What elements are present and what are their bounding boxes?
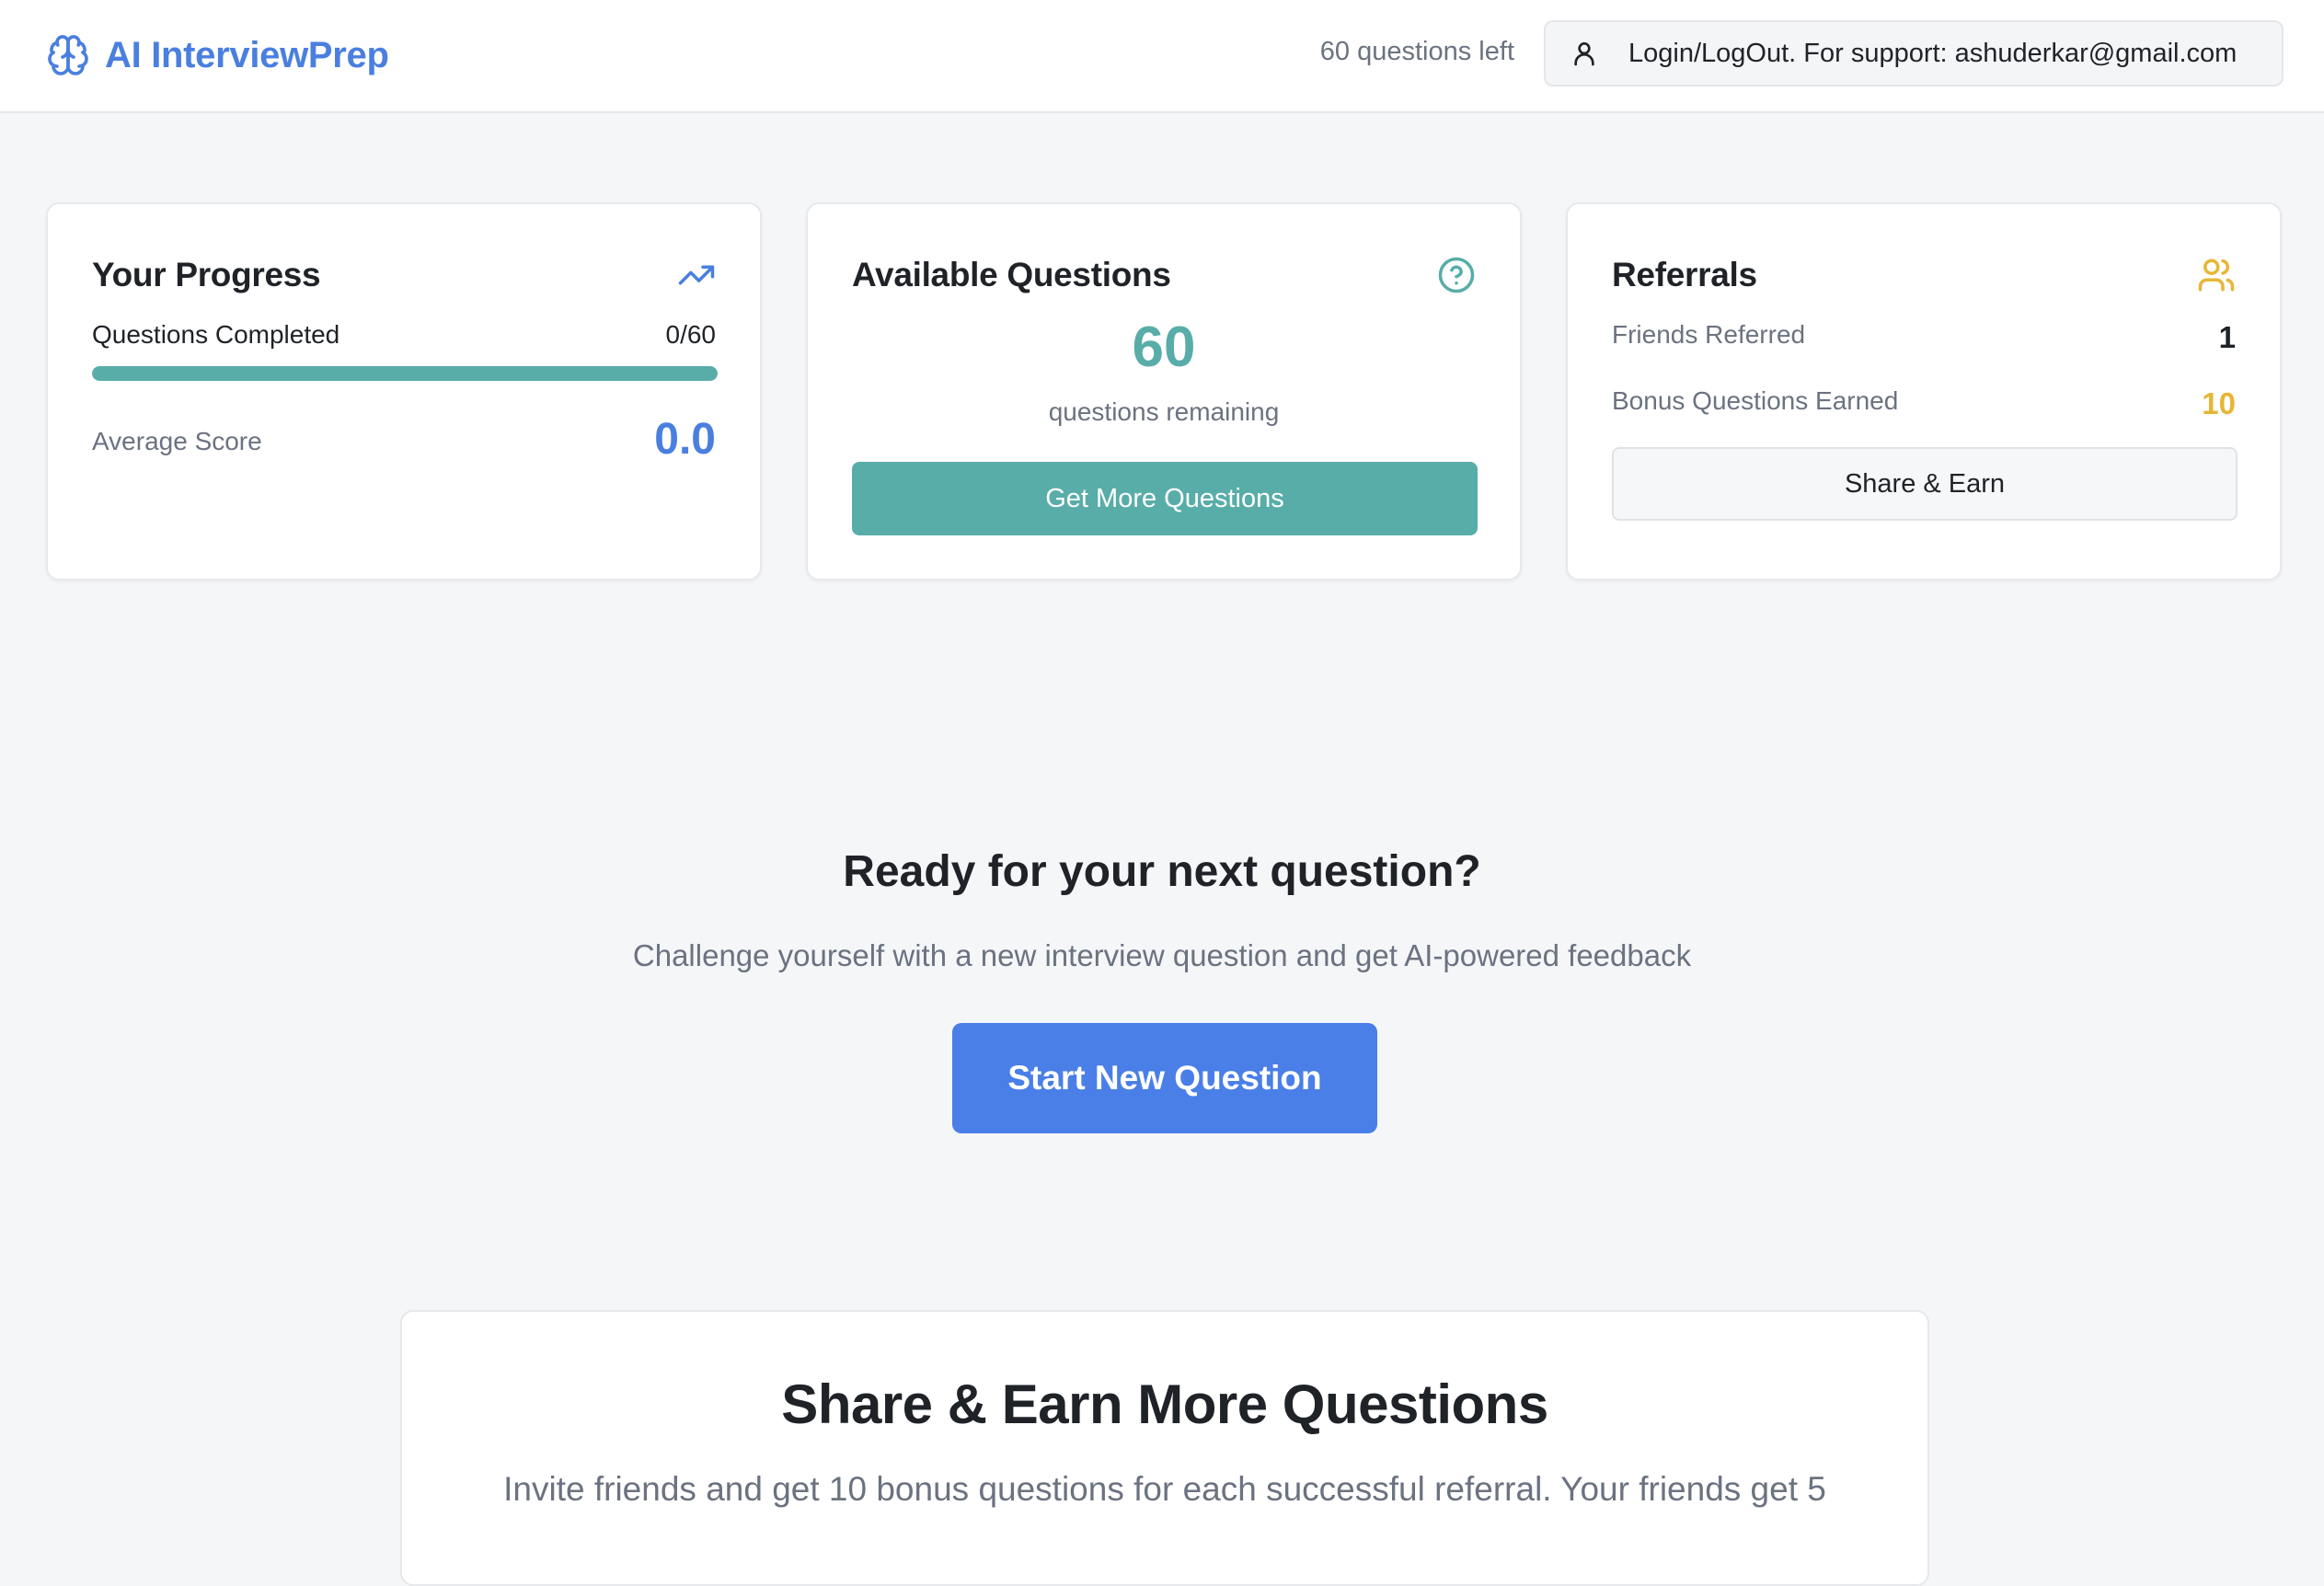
brain-icon (48, 35, 88, 75)
login-label: Login/LogOut. For support: ashuderkar@gm… (1628, 38, 2238, 68)
brand-title: AI InterviewPrep (105, 34, 389, 75)
get-more-questions-button[interactable]: Get More Questions (852, 462, 1478, 535)
average-score-label: Average Score (92, 427, 262, 455)
referrals-card: Referrals Friends Referred 1 Bonus Quest… (1566, 202, 2282, 580)
referrals-card-title: Referrals (1612, 256, 1757, 293)
available-card-title: Available Questions (852, 256, 1171, 293)
brand[interactable]: AI InterviewPrep (46, 28, 389, 83)
trending-up-icon (678, 265, 715, 285)
users-icon (2198, 259, 2235, 292)
available-questions-card: Available Questions 60 questions remaini… (806, 202, 1522, 580)
user-icon (1574, 42, 1594, 66)
share-section-text: Invite friends and get 10 bonus question… (503, 1470, 1826, 1508)
progress-card: Your Progress Questions Completed 0/60 A… (46, 202, 762, 580)
questions-left-counter: 60 questions left (1319, 37, 1514, 66)
share-earn-section: Share & Earn More Questions Invite frien… (400, 1310, 1929, 1586)
bonus-questions-value: 10 (2202, 386, 2236, 420)
hero-subtitle: Challenge yourself with a new interview … (632, 938, 1692, 972)
start-new-question-button[interactable]: Start New Question (952, 1023, 1377, 1133)
app-header: AI InterviewPrep 60 questions left Login… (0, 0, 2324, 113)
progress-card-title: Your Progress (92, 256, 321, 293)
progress-bar (92, 366, 718, 381)
hero-title: Ready for your next question? (843, 847, 1481, 896)
share-and-earn-button[interactable]: Share & Earn (1612, 447, 2238, 521)
friends-referred-label: Friends Referred (1612, 320, 1806, 349)
questions-completed-value: 0/60 (665, 320, 717, 349)
share-section-title: Share & Earn More Questions (781, 1373, 1548, 1435)
available-count-label: questions remaining (1048, 397, 1280, 426)
questions-completed-label: Questions Completed (92, 320, 340, 349)
friends-referred-value: 1 (2218, 320, 2236, 354)
available-count: 60 (1132, 316, 1196, 379)
progress-bar-fill (92, 366, 718, 381)
average-score-value: 0.0 (654, 415, 716, 464)
login-button[interactable]: Login/LogOut. For support: ashuderkar@gm… (1544, 20, 2284, 86)
bonus-questions-label: Bonus Questions Earned (1612, 386, 1899, 415)
help-circle-icon (1438, 257, 1475, 293)
